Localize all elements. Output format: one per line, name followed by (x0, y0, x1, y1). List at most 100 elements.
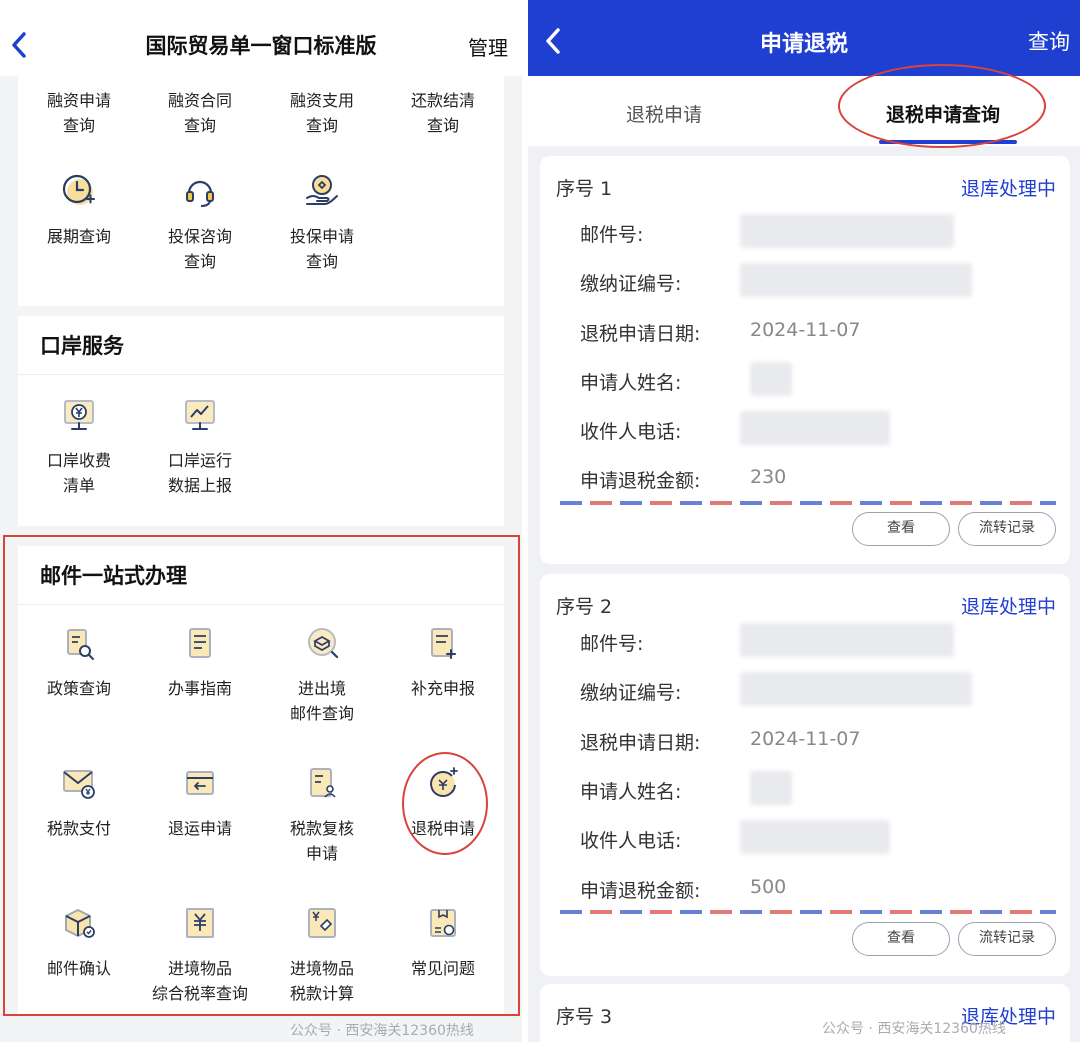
clock-icon (62, 174, 95, 205)
field-label: 收件人电话: (580, 830, 682, 852)
item-label: 查询 (62, 116, 95, 135)
item-label: 税款复核 (289, 819, 354, 838)
field-label: 退税申请日期: (580, 323, 701, 345)
item-label: 办事指南 (167, 679, 232, 698)
field-label: 申请退税金额: (580, 470, 701, 492)
view-button[interactable]: 查看 (852, 922, 950, 956)
item-label: 口岸运行 (167, 451, 232, 470)
item-label: 清单 (62, 476, 95, 495)
policy-query[interactable]: 政策查询 (18, 624, 140, 701)
item-label: 查询 (305, 116, 338, 135)
parcel-search-icon (308, 628, 339, 659)
record-seq: 序号 1 (556, 178, 613, 200)
item-label: 融资申请 (46, 91, 111, 110)
redacted-value (750, 771, 792, 805)
record-seq: 序号 3 (556, 1006, 613, 1028)
extension-query[interactable]: 展期查询 (18, 172, 140, 249)
section-title: 口岸服务 (40, 334, 124, 358)
page-title: 申请退税 (759, 32, 848, 57)
status-badge: 退库处理中 (960, 596, 1056, 618)
field-value: 2024-11-07 (750, 728, 861, 750)
item-label: 查询 (183, 252, 216, 271)
hand-coin-icon (306, 175, 338, 205)
item-label: 进境物品 (289, 959, 354, 978)
left-header: 国际贸易单一窗口标准版 管理 (0, 0, 522, 76)
guide-document-icon (189, 628, 211, 658)
receipt-yuan-icon (186, 908, 214, 938)
item-label: 投保咨询 (167, 227, 232, 246)
flow-record-button[interactable]: 流转记录 (958, 922, 1056, 956)
view-button[interactable]: 查看 (852, 512, 950, 546)
mail-confirmation[interactable]: 邮件确认 (18, 904, 140, 981)
port-fee-list[interactable]: 口岸收费 清单 (18, 396, 140, 498)
item-label: 查询 (305, 252, 338, 271)
airmail-stripe-divider (560, 501, 1056, 505)
flow-record-button[interactable]: 流转记录 (958, 512, 1056, 546)
divider (18, 604, 504, 605)
tab-bar: 退税申请 退税申请查询 (528, 76, 1080, 146)
box-check-icon (65, 909, 95, 938)
record-seq: 序号 2 (556, 596, 613, 618)
refund-coin-icon (430, 767, 458, 797)
tab-tax-refund-query[interactable]: 退税申请查询 (886, 100, 1000, 127)
item-label: 邮件查询 (289, 704, 354, 723)
redacted-value (740, 411, 890, 445)
field-label: 缴纳证编号: (580, 273, 682, 295)
manage-button[interactable]: 管理 (468, 32, 508, 61)
item-label: 退运申请 (167, 819, 232, 838)
insurance-application-query[interactable]: 投保申请 查询 (261, 172, 383, 274)
watermark: 公众号 · 西安海关12360热线 (290, 1023, 474, 1039)
item-label: 口岸收费 (46, 451, 111, 470)
item-label: 申请 (305, 844, 338, 863)
faq[interactable]: 常见问题 (382, 904, 504, 981)
document-person-icon (310, 768, 336, 798)
right-header: 申请退税 查询 (528, 0, 1080, 76)
tax-refund-application[interactable]: 退税申请 (382, 764, 504, 841)
return-shipment-application[interactable]: 退运申请 (139, 764, 261, 841)
inbound-goods-tax-calculation[interactable]: 进境物品 税款计算 (261, 904, 383, 1006)
field-label: 退税申请日期: (580, 732, 701, 754)
item-label: 数据上报 (167, 476, 232, 495)
app-title: 国际贸易单一窗口标准版 (145, 34, 377, 58)
port-operation-report[interactable]: 口岸运行 数据上报 (139, 396, 261, 498)
item-label: 补充申报 (410, 679, 475, 698)
field-value: 500 (750, 876, 787, 898)
repayment-settlement-query[interactable]: 还款结清 查询 (382, 88, 504, 138)
tax-review-application[interactable]: 税款复核 申请 (261, 764, 383, 866)
headset-icon (186, 180, 214, 207)
redacted-value (740, 263, 972, 297)
supplementary-declaration[interactable]: 补充申报 (382, 624, 504, 701)
redacted-value (740, 672, 972, 706)
query-button[interactable]: 查询 (1028, 26, 1070, 56)
inbound-outbound-mail-query[interactable]: 进出境 邮件查询 (261, 624, 383, 726)
item-label: 还款结清 (410, 91, 475, 110)
monitor-chart-icon (185, 400, 215, 430)
financing-application-query[interactable]: 融资申请 查询 (18, 88, 140, 138)
tax-payment[interactable]: 税款支付 (18, 764, 140, 841)
document-add-icon (431, 628, 456, 659)
tab-tax-refund-application[interactable]: 退税申请 (626, 100, 702, 127)
service-guide[interactable]: 办事指南 (139, 624, 261, 701)
field-label: 邮件号: (580, 224, 644, 246)
return-box-icon (186, 771, 214, 795)
item-label: 进出境 (297, 679, 346, 698)
field-label: 收件人电话: (580, 421, 682, 443)
field-label: 申请人姓名: (580, 372, 682, 394)
redacted-value (740, 214, 954, 248)
financing-contract-query[interactable]: 融资合同 查询 (139, 88, 261, 138)
field-value: 2024-11-07 (750, 319, 861, 341)
redacted-value (740, 623, 954, 657)
redacted-value (740, 820, 890, 854)
screenshot-root: 国际贸易单一窗口标准版 管理 融资申请 查询 融资合同 查询 融资支用 查询 还… (0, 0, 1080, 1042)
item-label: 邮件确认 (46, 959, 111, 978)
financing-drawdown-query[interactable]: 融资支用 查询 (261, 88, 383, 138)
field-label: 邮件号: (580, 633, 644, 655)
inbound-goods-tax-rate-query[interactable]: 进境物品 综合税率查询 (139, 904, 261, 1006)
refund-record-card: 序号 2 退库处理中 邮件号: 缴纳证编号: 退税申请日期: 2024-11-0… (540, 574, 1070, 976)
right-phone-screen: 申请退税 查询 退税申请 退税申请查询 序号 1 退库处理中 邮件号: 缴纳证编… (528, 0, 1080, 1042)
item-label: 查询 (426, 116, 459, 135)
refund-record-card: 序号 1 退库处理中 邮件号: 缴纳证编号: 退税申请日期: 2024-11-0… (540, 156, 1070, 564)
insurance-consult-query[interactable]: 投保咨询 查询 (139, 172, 261, 274)
monitor-yuan-icon (64, 400, 94, 430)
left-phone-screen: 国际贸易单一窗口标准版 管理 融资申请 查询 融资合同 查询 融资支用 查询 还… (0, 0, 522, 1042)
